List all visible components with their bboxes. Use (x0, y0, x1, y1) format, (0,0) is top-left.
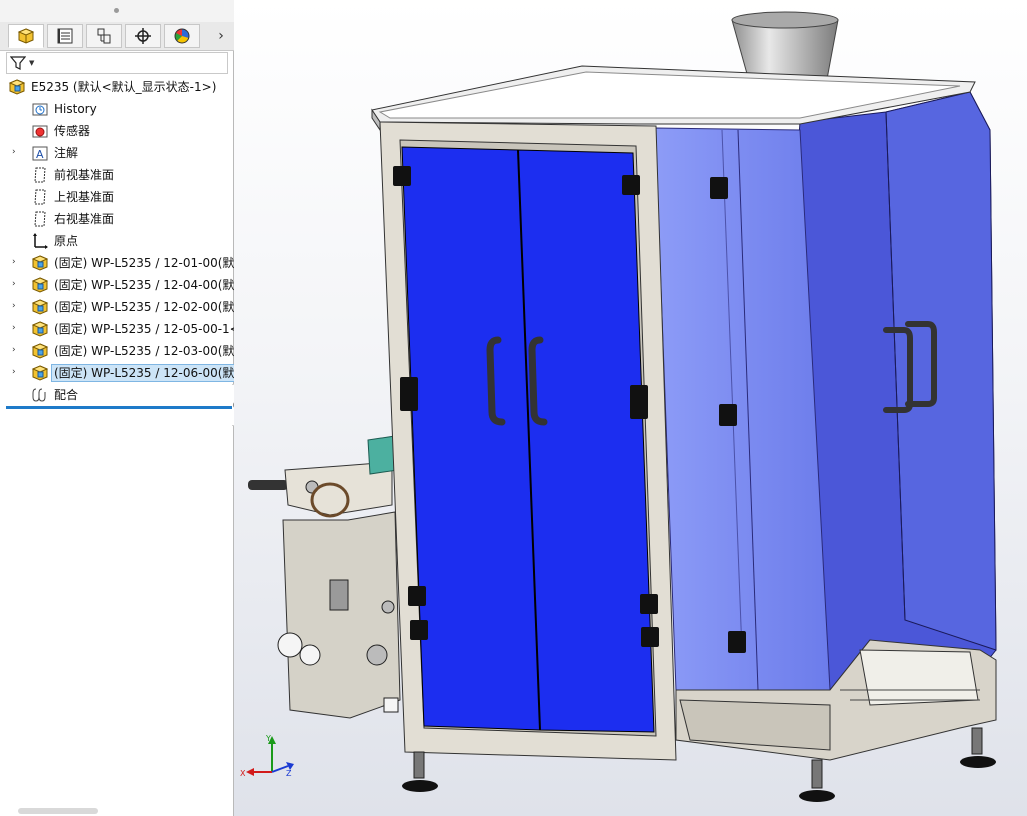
expand-arrow-icon[interactable]: › (12, 146, 22, 158)
tree-item[interactable]: › A 注解 (0, 142, 234, 164)
manager-tab-bar: › (0, 22, 234, 51)
tree-item-label: (固定) WP-L5235 / 12-01-00(默认 (54, 256, 234, 270)
film-unwind-mechanism (248, 435, 401, 719)
tree-item[interactable]: › (固定) WP-L5235 / 12-02-00(默认 (0, 296, 234, 318)
splitter-dot-icon (114, 8, 119, 13)
tree-item-label: (固定) WP-L5235 / 12-05-00-1< (54, 322, 234, 336)
hinge-icon (710, 177, 728, 199)
configurationmanager-tab[interactable] (86, 24, 122, 48)
expand-arrow-icon[interactable]: › (12, 256, 22, 268)
tree-item[interactable]: 原点 (0, 230, 234, 252)
hinge-icon (728, 631, 746, 653)
rollback-bar[interactable] (6, 406, 232, 409)
tree-root-label: E5235 (默认<默认_显示状态-1>) (31, 80, 217, 94)
assembly-icon (8, 79, 26, 95)
reference-triad: Y X Z (240, 734, 294, 778)
hinge-icon (719, 404, 737, 426)
sensor-folder-icon (32, 125, 48, 138)
tree-filter-field[interactable]: ▼ (6, 52, 228, 74)
tree-item[interactable]: › (固定) WP-L5235 / 12-06-00(默认 (0, 362, 234, 384)
svg-text:A: A (36, 148, 44, 161)
propertymanager-tab[interactable] (47, 24, 83, 48)
subassembly-icon (31, 343, 49, 359)
tabs-scroll-right-button[interactable]: › (212, 26, 230, 46)
tree-item[interactable]: 配合 (0, 384, 234, 406)
front-side-panel (654, 127, 831, 691)
plane-icon (34, 211, 46, 227)
tree-item[interactable]: › (固定) WP-L5235 / 12-03-00(默认 (0, 340, 234, 362)
tree-item-label: History (54, 102, 97, 116)
subassembly-icon (31, 299, 49, 315)
tree-item-label: (固定) WP-L5235 / 12-06-00(默认 (50, 364, 234, 382)
expand-arrow-icon[interactable]: › (12, 366, 22, 378)
propertymanager-tab-icon (57, 28, 73, 44)
tree-item-label: 右视基准面 (54, 212, 115, 226)
tree-item-label: (固定) WP-L5235 / 12-04-00(默认 (54, 278, 234, 292)
tree-item-label: 原点 (54, 234, 79, 248)
displaymanager-tab[interactable] (164, 24, 200, 48)
triad-y-label: Y (265, 734, 271, 743)
history-folder-icon (32, 103, 48, 116)
front-doors (401, 146, 655, 733)
tree-item-label: 上视基准面 (54, 190, 115, 204)
tree-item[interactable]: › (固定) WP-L5235 / 12-05-00-1< (0, 318, 234, 340)
subassembly-icon (31, 277, 49, 293)
tree-item[interactable]: › (固定) WP-L5235 / 12-01-00(默认 (0, 252, 234, 274)
tree-item[interactable]: › (固定) WP-L5235 / 12-04-00(默认 (0, 274, 234, 296)
featuremanager-tab[interactable] (8, 24, 44, 48)
expand-arrow-icon[interactable]: › (12, 300, 22, 312)
feature-manager-panel: › ▼ E5235 (默认<默认_显示状态-1>) History 传感器 › A 注解… (0, 0, 243, 816)
horizontal-scrollbar[interactable] (18, 808, 98, 814)
model-view[interactable]: Y X Z (234, 0, 1027, 816)
configurationmanager-tab-icon (97, 28, 111, 44)
plane-icon (34, 167, 46, 183)
tree-item-label: 配合 (54, 388, 79, 402)
tree-item[interactable]: 前视基准面 (0, 164, 234, 186)
tree-item[interactable]: 上视基准面 (0, 186, 234, 208)
panel-splitter-grip[interactable] (0, 0, 234, 22)
tree-root-assembly[interactable]: E5235 (默认<默认_显示状态-1>) (0, 76, 234, 98)
triad-z-label: Z (286, 769, 292, 778)
subassembly-icon (31, 365, 49, 381)
featuremanager-tab-icon (17, 28, 35, 44)
annotation-folder-icon: A (32, 146, 48, 161)
triad-x-label: X (240, 769, 246, 778)
graphics-viewport[interactable]: Y X Z (234, 0, 1027, 816)
expand-arrow-icon[interactable]: › (12, 278, 22, 290)
subassembly-icon (31, 321, 49, 337)
tree-item-label: (固定) WP-L5235 / 12-02-00(默认 (54, 300, 234, 314)
displaymanager-tab-icon (174, 28, 190, 44)
tree-item-label: (固定) WP-L5235 / 12-03-00(默认 (54, 344, 234, 358)
tree-item[interactable]: 右视基准面 (0, 208, 234, 230)
expand-arrow-icon[interactable]: › (12, 344, 22, 356)
tree-item-label: 前视基准面 (54, 168, 115, 182)
chevron-down-icon: ▼ (29, 59, 35, 67)
tree-item-label: 传感器 (54, 124, 91, 138)
subassembly-icon (31, 255, 49, 271)
tree-item-label: 注解 (54, 146, 79, 160)
filter-icon (10, 56, 26, 70)
dimxpert-tab-icon (135, 28, 151, 44)
plane-icon (34, 189, 46, 205)
mates-folder-icon (32, 388, 46, 402)
expand-arrow-icon[interactable]: › (12, 322, 22, 334)
tree-item[interactable]: 传感器 (0, 120, 234, 142)
dimxpert-tab[interactable] (125, 24, 161, 48)
origin-icon (33, 233, 48, 249)
tree-item[interactable]: History (0, 98, 234, 120)
